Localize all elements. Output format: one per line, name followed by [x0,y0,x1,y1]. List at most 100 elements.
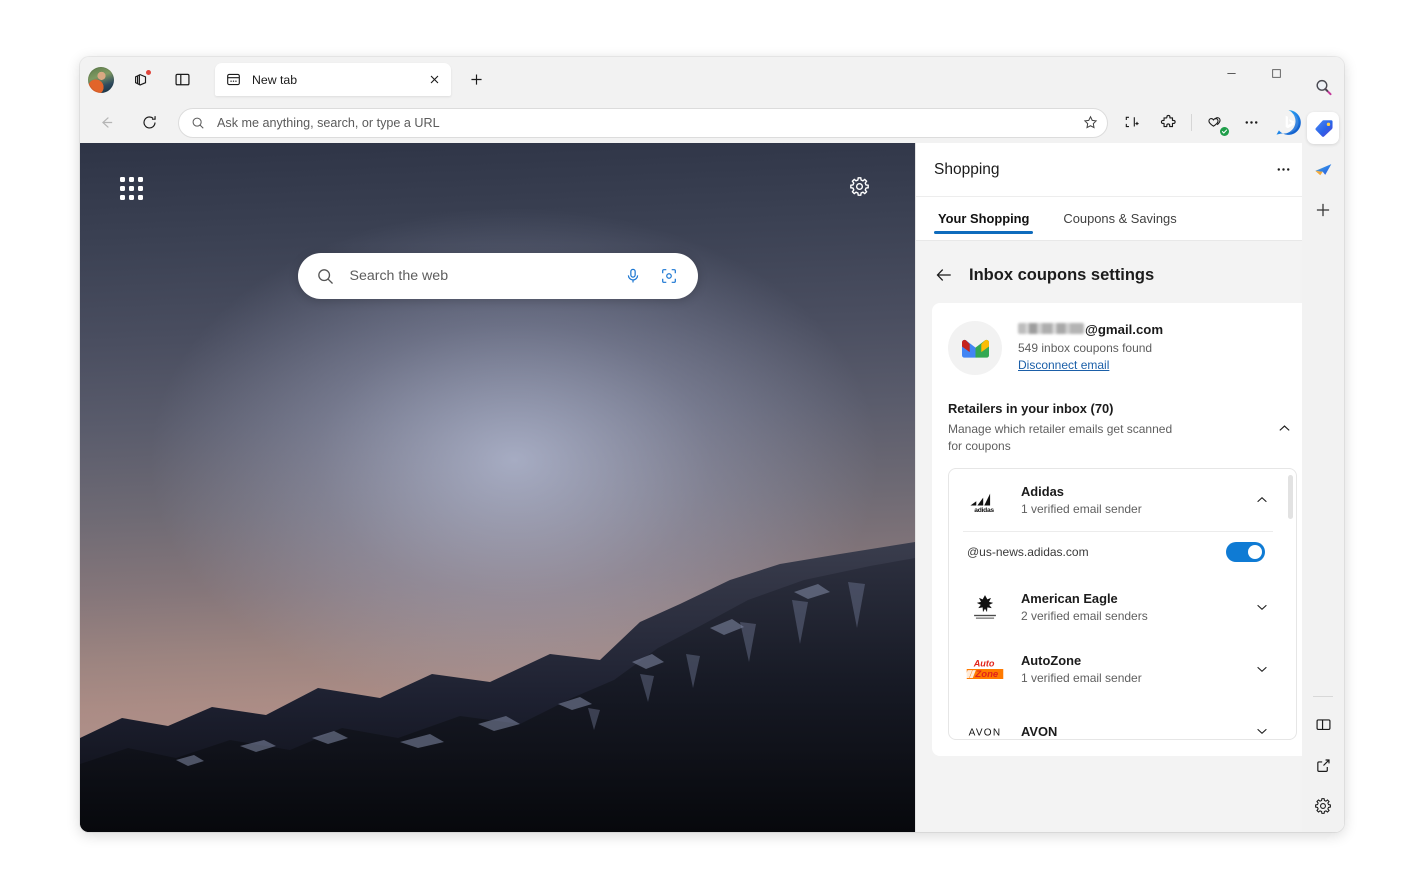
retailer-text: American Eagle 2 verified email senders [1021,591,1249,623]
tab-coupons-and-savings-label: Coupons & Savings [1063,211,1176,226]
sender-address: @us-news.adidas.com [967,545,1226,559]
tab-title: New tab [252,73,423,87]
settings-and-more-button[interactable] [1236,108,1266,138]
extensions-puzzle-icon[interactable] [1153,108,1183,138]
window-maximize-button[interactable] [1254,57,1299,90]
new-tab-top-bar [80,143,915,233]
collections-icon[interactable] [1200,108,1230,138]
retailers-section-title: Retailers in your inbox (70) [948,401,1271,416]
address-bar-placeholder: Ask me anything, search, or type a URL [217,116,1077,130]
search-icon [191,116,205,130]
bing-copilot-icon[interactable] [1273,108,1303,138]
toolbar-actions [1114,108,1309,138]
redacted-email-username [1018,323,1084,334]
retailer-list: adidas Adidas 1 verified email sender [948,468,1297,740]
retailer-list-scrollbar[interactable] [1288,473,1294,735]
profile-avatar[interactable] [88,67,114,93]
svg-text:Zone: Zone [974,669,999,680]
autozone-logo: Auto Zone [963,652,1007,686]
retailer-name: AVON [1021,724,1249,739]
retailers-section-header[interactable]: Retailers in your inbox (70) Manage whic… [948,401,1297,454]
tab-your-shopping[interactable]: Your Shopping [934,197,1033,240]
disconnect-email-link[interactable]: Disconnect email [1018,358,1109,372]
connected-account-row: @gmail.com 549 inbox coupons found Disco… [948,321,1297,375]
address-bar[interactable]: Ask me anything, search, or type a URL [178,108,1108,138]
microphone-icon[interactable] [618,261,648,291]
panel-scroll-content: Inbox coupons settings [916,241,1327,832]
svg-text:Auto: Auto [973,658,995,668]
retailers-section-text: Retailers in your inbox (70) Manage whic… [948,401,1271,454]
retailer-row-adidas[interactable]: adidas Adidas 1 verified email sender [949,469,1287,531]
open-in-new-icon[interactable] [1307,749,1339,781]
gmail-icon [948,321,1002,375]
retailer-text: Adidas 1 verified email sender [1021,484,1249,516]
new-tab-page: Search the web [80,143,915,832]
shopping-side-panel: Shopping Your Shopping Coupons & [915,143,1344,832]
chevron-up-icon[interactable] [1271,415,1297,441]
chevron-down-icon[interactable] [1249,718,1275,740]
add-sidebar-icon[interactable] [1307,194,1339,226]
split-screen-icon[interactable] [1117,108,1147,138]
tab-close-button[interactable] [423,69,445,91]
tab-strip: New tab [80,57,1344,102]
retailer-list-scroll: adidas Adidas 1 verified email sender [949,469,1287,739]
inbox-coupons-count: 549 inbox coupons found [1018,341,1163,355]
inbox-coupons-settings-card: @gmail.com 549 inbox coupons found Disco… [932,303,1313,756]
browser-tab[interactable]: New tab [215,63,451,96]
workspaces-notification-dot [145,69,152,76]
new-tab-button[interactable] [462,66,490,94]
reload-button[interactable] [134,108,164,138]
panel-tabs: Your Shopping Coupons & Savings [916,197,1344,241]
retailer-text: AutoZone 1 verified email sender [1021,653,1249,685]
retailer-name: AutoZone [1021,653,1249,668]
retailer-senders-count: 2 verified email senders [1021,609,1249,623]
paper-plane-icon[interactable] [1307,153,1339,185]
retailer-name: American Eagle [1021,591,1249,606]
window-minimize-button[interactable] [1209,57,1254,90]
panel-more-options-button[interactable] [1268,155,1298,185]
activity-bar-divider [1313,696,1333,697]
retailer-list-scrollbar-thumb[interactable] [1288,475,1293,519]
split-screen-icon[interactable] [167,65,197,95]
retailers-section-description: Manage which retailer emails get scanned… [948,421,1176,454]
activity-bar [1302,57,1344,832]
search-icon [316,267,335,286]
sender-toggle[interactable] [1226,542,1265,562]
retailer-row-avon[interactable]: AVON AVON [949,700,1287,740]
search-sidebar-icon[interactable] [1307,71,1339,103]
retailer-row-american-eagle[interactable]: American Eagle 2 verified email senders [949,576,1287,638]
back-arrow-icon[interactable] [932,263,956,287]
browser-window: New tab [80,57,1344,832]
shopping-tag-icon[interactable] [1307,112,1339,144]
split-pane-icon[interactable] [1307,708,1339,740]
visual-search-icon[interactable] [654,261,684,291]
gear-icon[interactable] [1307,790,1339,822]
toolbar-divider [1191,114,1192,131]
svg-text:AVON: AVON [969,728,1002,739]
tab-your-shopping-label: Your Shopping [938,211,1029,226]
sender-row-adidas-0: @us-news.adidas.com [949,532,1287,576]
adidas-logo: adidas [963,483,1007,517]
apps-grid-icon[interactable] [120,177,144,201]
chevron-up-icon[interactable] [1249,487,1275,513]
workspaces-icon[interactable] [126,65,156,95]
star-icon[interactable] [1077,110,1103,136]
browser-content: Search the web [80,143,1344,832]
gear-icon[interactable] [849,176,870,197]
mountain-silhouette [80,502,915,832]
retailer-name: Adidas [1021,484,1249,499]
back-button[interactable] [91,108,121,138]
panel-body: Inbox coupons settings [916,241,1344,832]
new-tab-icon [226,72,241,87]
account-info: @gmail.com 549 inbox coupons found Disco… [1018,322,1163,374]
page-title: Inbox coupons settings [969,266,1154,285]
retailer-row-autozone[interactable]: Auto Zone AutoZone [949,638,1287,700]
web-search-box[interactable]: Search the web [298,253,698,299]
avon-logo: AVON [963,714,1007,740]
retailer-senders-count: 1 verified email sender [1021,502,1249,516]
retailer-text: AVON [1021,724,1249,739]
chevron-down-icon[interactable] [1249,656,1275,682]
svg-text:adidas: adidas [974,507,994,514]
chevron-down-icon[interactable] [1249,594,1275,620]
tab-coupons-and-savings[interactable]: Coupons & Savings [1059,197,1180,240]
